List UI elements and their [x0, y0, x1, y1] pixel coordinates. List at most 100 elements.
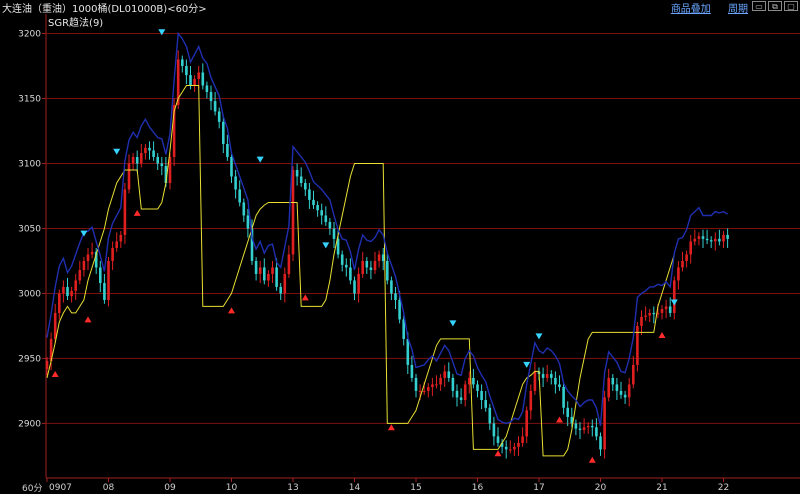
- x-tick-label: 14: [349, 483, 361, 493]
- y-tick-label: 2950: [18, 354, 41, 364]
- candle-body: [86, 254, 90, 261]
- candle-body: [468, 377, 471, 385]
- candle-body: [574, 423, 578, 429]
- candle-body: [525, 410, 528, 437]
- buy-signal-marker: [387, 424, 395, 431]
- candle-body: [328, 221, 332, 229]
- candle-body: [586, 426, 590, 428]
- candle-body: [316, 205, 319, 211]
- candle-body: [140, 153, 143, 164]
- candle-body: [160, 163, 164, 167]
- candle-body: [99, 267, 102, 284]
- candle-body: [394, 293, 397, 300]
- sell-signal-marker: [449, 320, 457, 327]
- candle-body: [295, 169, 299, 177]
- candle-body: [131, 156, 135, 164]
- x-tick-label: 22: [718, 483, 729, 493]
- candle-body: [410, 364, 414, 378]
- candle-body: [660, 309, 664, 313]
- candle-body: [66, 286, 69, 297]
- candle-body: [611, 377, 615, 385]
- candle-body: [496, 436, 500, 443]
- candle-body: [111, 247, 114, 261]
- candle-body: [558, 384, 561, 388]
- candle-body: [340, 254, 344, 265]
- candle-body: [455, 390, 459, 398]
- candle-body: [373, 260, 377, 271]
- candle-body: [74, 280, 77, 291]
- candle-body: [480, 390, 483, 401]
- candle-body: [681, 260, 684, 268]
- y-tick-label: 3050: [18, 224, 41, 234]
- buy-signal-marker: [84, 316, 92, 323]
- candle-body: [582, 427, 586, 430]
- candle-body: [230, 156, 233, 177]
- candle-body: [361, 260, 364, 274]
- candle-body: [103, 283, 106, 300]
- candle-body: [714, 238, 717, 242]
- candle-body: [353, 280, 356, 294]
- candle-body: [45, 361, 49, 369]
- sell-signal-marker: [158, 29, 166, 36]
- candle-body: [619, 390, 623, 395]
- candle-body: [78, 270, 82, 281]
- candle-body: [709, 240, 713, 242]
- candle-body: [652, 312, 656, 315]
- candle-body: [398, 299, 401, 320]
- candle-body: [287, 254, 291, 274]
- candle-body: [476, 384, 479, 391]
- candle-body: [209, 91, 213, 102]
- candle-body: [554, 377, 557, 385]
- candle-body: [222, 121, 225, 144]
- buy-signal-marker: [228, 307, 235, 314]
- support-line: [46, 85, 675, 457]
- candle-body: [644, 315, 647, 317]
- x-tick-label: 17: [533, 483, 544, 493]
- candle-body: [381, 254, 385, 261]
- candle-body: [718, 238, 721, 242]
- candle-body: [439, 377, 442, 385]
- x-tick-label: 20: [595, 483, 607, 493]
- candle-body: [504, 446, 508, 450]
- candle-body: [697, 236, 701, 239]
- candle-body: [217, 111, 221, 122]
- candle-body: [541, 374, 545, 378]
- candle-body: [144, 147, 147, 154]
- candle-body: [463, 384, 467, 401]
- y-tick-label: 3150: [18, 94, 41, 104]
- candle-body: [152, 150, 155, 157]
- x-tick-label: 09: [164, 483, 176, 493]
- candle-body: [591, 426, 594, 428]
- candle-body: [623, 394, 627, 398]
- candle-body: [299, 176, 303, 183]
- x-tick-label: 10: [226, 483, 238, 493]
- candlestick-chart[interactable]: 2900 2950 3000 3050 3100 3150 3200 0907 08 09 10 13…: [0, 0, 800, 494]
- candle-body: [521, 436, 524, 443]
- y-tick-label: 3100: [18, 159, 41, 169]
- candle-body: [263, 267, 266, 281]
- sell-signal-marker: [322, 242, 330, 249]
- candle-body: [115, 241, 118, 248]
- candle-body: [607, 377, 610, 398]
- candle-body: [550, 374, 553, 378]
- candle-body: [291, 169, 295, 255]
- candle-body: [82, 260, 86, 271]
- candle-body: [685, 254, 688, 261]
- buy-signal-marker: [494, 450, 502, 457]
- candle-body: [205, 85, 209, 92]
- candle-body: [123, 189, 127, 235]
- candle-body: [636, 325, 639, 365]
- x-tick-label: 13: [287, 483, 298, 493]
- candle-body: [135, 156, 139, 164]
- candle-body: [627, 384, 631, 398]
- candle-body: [185, 65, 188, 76]
- y-tick-label: 2900: [18, 419, 41, 429]
- candle-body: [488, 407, 492, 424]
- candle-body: [58, 293, 61, 313]
- candle-body: [201, 72, 205, 86]
- candle-body: [107, 260, 110, 300]
- candle-body: [722, 234, 725, 242]
- candle-body: [369, 267, 373, 271]
- candle-body: [271, 267, 274, 274]
- sell-signal-marker: [80, 230, 88, 237]
